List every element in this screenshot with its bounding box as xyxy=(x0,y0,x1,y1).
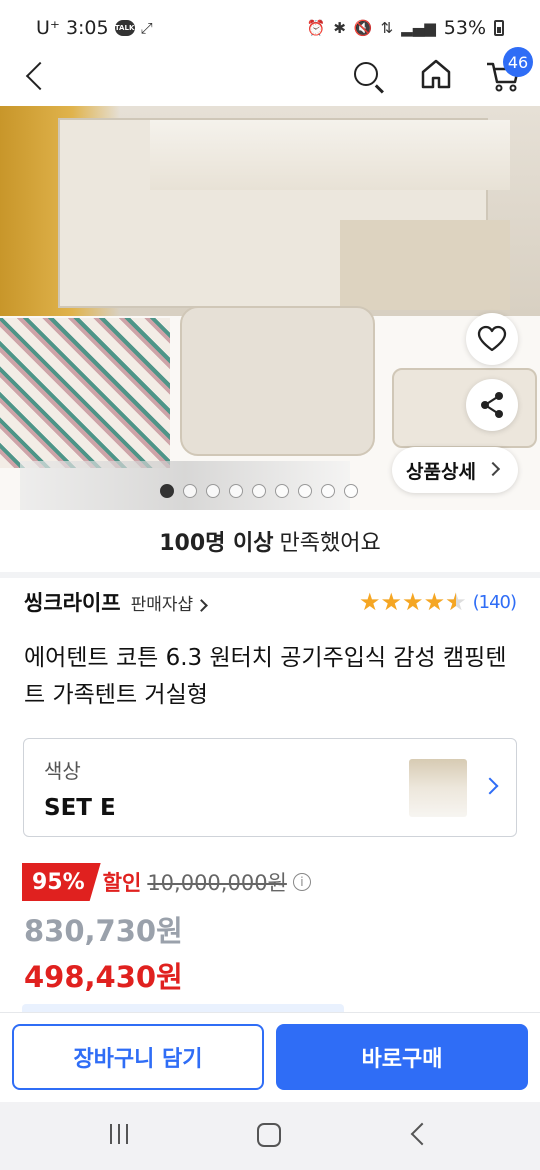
chevron-right-icon xyxy=(485,461,501,477)
search-icon-handle xyxy=(375,84,384,94)
tent-roof xyxy=(150,120,510,190)
chevron-right-icon xyxy=(481,777,499,795)
option-selector[interactable]: 색상 SET E xyxy=(23,738,517,837)
heart-icon xyxy=(477,325,507,352)
pagination-dot[interactable] xyxy=(206,484,220,498)
bluetooth-icon: ✱ xyxy=(333,19,346,37)
search-button[interactable] xyxy=(350,58,386,94)
star-icon: ★ xyxy=(423,588,445,616)
air-sofa-image xyxy=(180,306,375,456)
gallery-pagination xyxy=(160,484,358,498)
blanket-image xyxy=(0,318,170,468)
battery-icon xyxy=(494,20,504,36)
seller-row: 씽크라이프 판매자샵 ★ ★ ★ ★ ★ (140) xyxy=(24,584,517,620)
top-header: 46 xyxy=(0,47,540,106)
pagination-dot[interactable] xyxy=(229,484,243,498)
alarm-icon: ⏰ xyxy=(306,19,326,37)
pagination-dot[interactable] xyxy=(160,484,174,498)
status-left: U⁺ 3:05 TALK ⤢ xyxy=(36,17,153,39)
product-title: 에어텐트 코튼 6.3 원터치 공기주입식 감성 캠핑텐트 가족텐트 거실형 xyxy=(24,645,507,708)
home-icon xyxy=(421,59,451,89)
final-price: 498,430원 xyxy=(24,960,183,994)
option-thumbnail xyxy=(409,759,467,817)
battery-percent: 53% xyxy=(443,17,486,39)
recent-apps-button[interactable] xyxy=(106,1124,132,1146)
recent-apps-icon xyxy=(118,1124,120,1144)
discount-label: 할인 xyxy=(102,871,142,895)
clock: 3:05 xyxy=(65,17,109,39)
option-label: 색상 xyxy=(44,759,81,783)
star-icon: ★ xyxy=(380,588,402,616)
review-count[interactable]: (140) xyxy=(473,592,517,613)
cart-count-badge: 46 xyxy=(503,47,533,77)
search-icon xyxy=(354,62,378,86)
satisfaction-banner: 100명 이상 만족했어요 xyxy=(0,510,540,572)
share-button[interactable] xyxy=(466,379,518,431)
kakaotalk-icon: TALK xyxy=(114,20,135,36)
discount-rate-badge: 95% xyxy=(22,863,101,901)
status-bar: U⁺ 3:05 TALK ⤢ ⏰ ✱ 🔇 ⇅ ▂▄▆ 53% xyxy=(0,0,540,56)
seller-name[interactable]: 씽크라이프 xyxy=(24,587,121,617)
tent-image xyxy=(58,118,510,310)
pagination-dot[interactable] xyxy=(252,484,266,498)
system-back-button[interactable] xyxy=(410,1122,434,1146)
screenshot-icon: ⤢ xyxy=(140,19,153,37)
option-value: SET E xyxy=(44,795,116,821)
pagination-dot[interactable] xyxy=(298,484,312,498)
back-button[interactable] xyxy=(18,58,54,98)
share-icon xyxy=(481,392,503,418)
star-icon: ★ xyxy=(402,588,423,616)
sale-price: 830,730원 xyxy=(24,914,183,948)
add-to-cart-button[interactable]: 장바구니 담기 xyxy=(12,1024,264,1090)
mute-icon: 🔇 xyxy=(353,19,373,37)
recent-apps-icon xyxy=(126,1124,128,1144)
discount-row: 95% 할인 10,000,000원 i xyxy=(22,862,311,902)
status-right: ⏰ ✱ 🔇 ⇅ ▂▄▆ 53% xyxy=(307,17,504,39)
seller-shop-label: 판매자샵 xyxy=(130,594,194,615)
pagination-dot[interactable] xyxy=(183,484,197,498)
rating-stars[interactable]: ★ ★ ★ ★ ★ (140) xyxy=(359,588,517,616)
chevron-right-icon xyxy=(195,598,209,612)
product-detail-label: 상품상세 xyxy=(406,460,476,483)
home-button[interactable] xyxy=(418,56,454,92)
product-detail-button[interactable]: 상품상세 xyxy=(392,447,518,493)
product-image-gallery[interactable]: 상품상세 xyxy=(0,106,540,510)
satisfaction-count: 100명 이상 xyxy=(159,531,274,556)
seller-shop-link[interactable]: 판매자샵 xyxy=(130,590,209,615)
system-home-button[interactable] xyxy=(257,1123,281,1147)
tent-door xyxy=(340,220,510,310)
lte-icon: ⇅ xyxy=(380,19,394,37)
recent-apps-icon xyxy=(110,1124,112,1144)
like-button[interactable] xyxy=(466,313,518,365)
pagination-dot[interactable] xyxy=(344,484,358,498)
original-price: 10,000,000원 xyxy=(147,871,287,895)
info-icon[interactable]: i xyxy=(292,873,311,891)
section-divider xyxy=(0,572,540,578)
satisfaction-text: 만족했어요 xyxy=(279,531,381,556)
pagination-dot[interactable] xyxy=(275,484,289,498)
promo-strip xyxy=(22,1004,344,1012)
carrier-label: U⁺ xyxy=(36,17,60,39)
half-star-icon: ★ xyxy=(445,588,466,616)
buy-now-button[interactable]: 바로구매 xyxy=(276,1024,528,1090)
pagination-dot[interactable] xyxy=(321,484,335,498)
star-icon: ★ xyxy=(359,588,380,616)
system-nav-bar xyxy=(0,1102,540,1170)
signal-icon: ▂▄▆ xyxy=(401,19,436,37)
